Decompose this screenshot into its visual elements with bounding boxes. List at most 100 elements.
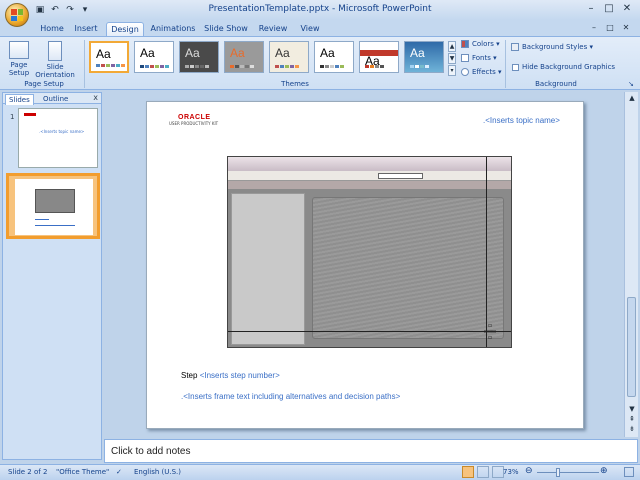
- colors-icon: [461, 40, 469, 48]
- theme-light[interactable]: Aa: [269, 41, 309, 73]
- tab-review[interactable]: Review: [258, 22, 288, 36]
- slide-thumbnail-2[interactable]: [6, 173, 100, 239]
- background-styles-button[interactable]: Background Styles ▾: [511, 43, 593, 51]
- tab-insert[interactable]: Insert: [72, 22, 100, 36]
- thumb-logo: [24, 113, 36, 116]
- theme-swatches: [275, 65, 299, 68]
- crop-handles-icon[interactable]: ▫ ▫▫▫ ▫: [480, 323, 500, 341]
- fonts-icon: [461, 54, 469, 62]
- fit-window-icon[interactable]: [624, 467, 634, 477]
- theme-blue[interactable]: Aa: [404, 41, 444, 73]
- theme-office[interactable]: Aa: [89, 41, 129, 73]
- vertical-scrollbar[interactable]: ▲ ▼ ⇞ ⇟: [624, 92, 638, 437]
- fonts-button[interactable]: Fonts ▾: [461, 54, 497, 62]
- office-button[interactable]: [5, 3, 29, 27]
- themes-scroller: ▲ ▼ ▾: [448, 41, 456, 76]
- orientation-icon: [48, 41, 62, 61]
- separator: [84, 40, 85, 88]
- theme-name: "Office Theme": [56, 468, 110, 476]
- background-launcher[interactable]: ↘: [628, 80, 634, 88]
- scroll-thumb[interactable]: [627, 297, 636, 397]
- theme-white[interactable]: Aa: [314, 41, 354, 73]
- doc-close-button[interactable]: ✕: [618, 21, 634, 35]
- tab-view[interactable]: View: [298, 22, 322, 36]
- tab-slide-show[interactable]: Slide Show: [204, 22, 248, 36]
- tab-slides[interactable]: Slides: [5, 94, 34, 105]
- group-themes: Themes: [281, 80, 309, 88]
- themes-more[interactable]: ▾: [448, 65, 456, 76]
- page-setup-button[interactable]: Page Setup: [6, 41, 32, 77]
- zoom-thumb[interactable]: [556, 468, 560, 477]
- theme-office-2[interactable]: Aa: [134, 41, 174, 73]
- theme-preview-text: Aa: [320, 46, 335, 60]
- maximize-button[interactable]: □: [600, 2, 618, 16]
- title-bar: ▣ ↶ ↷ ▾ PresentationTemplate.pptx - Micr…: [0, 0, 640, 20]
- doc-minimize-button[interactable]: –: [586, 21, 602, 35]
- next-slide-icon[interactable]: ⇟: [626, 425, 638, 433]
- topic-placeholder[interactable]: .<Inserts topic name>: [483, 116, 560, 125]
- shot-titlebar: [228, 157, 511, 171]
- page-setup-icon: [9, 41, 29, 59]
- office-logo-icon: [11, 9, 23, 21]
- shot-crosshair-v: [486, 157, 487, 347]
- thumb-text-line: [35, 219, 49, 220]
- theme-orange[interactable]: Aa: [359, 41, 399, 73]
- ribbon-window-controls: – □ ✕: [586, 21, 634, 35]
- close-pane-icon[interactable]: x: [93, 93, 98, 102]
- zoom-slider[interactable]: [537, 472, 599, 473]
- language[interactable]: English (U.S.): [134, 468, 181, 476]
- checkbox-icon: [512, 63, 519, 71]
- zoom-level[interactable]: 73%: [503, 468, 519, 476]
- slide-orientation-button[interactable]: Slide Orientation: [34, 41, 76, 79]
- view-normal-icon[interactable]: [462, 466, 474, 478]
- shot-left-frame: [231, 193, 305, 345]
- slide-orientation-label: Slide Orientation: [35, 63, 75, 79]
- colors-button[interactable]: Colors ▾: [461, 40, 500, 48]
- tab-home[interactable]: Home: [38, 22, 66, 36]
- tab-design[interactable]: Design: [106, 22, 144, 36]
- notes-pane[interactable]: Click to add notes: [104, 439, 638, 463]
- ribbon: Page Setup Slide Orientation Page Setup …: [0, 36, 640, 90]
- themes-scroll-up[interactable]: ▲: [448, 41, 456, 52]
- slide-thumbnail-1[interactable]: .<Inserts topic name>: [18, 108, 98, 168]
- hide-background-checkbox[interactable]: Hide Background Graphics: [512, 63, 615, 71]
- theme-dark[interactable]: Aa: [179, 41, 219, 73]
- shot-strip: [228, 181, 511, 189]
- tab-outline[interactable]: Outline: [43, 94, 68, 104]
- themes-scroll-down[interactable]: ▼: [448, 53, 456, 64]
- group-page-setup: Page Setup: [24, 80, 64, 88]
- screenshot-image[interactable]: ▫ ▫▫▫ ▫: [227, 156, 512, 348]
- effects-button[interactable]: Effects ▾: [461, 68, 502, 76]
- minimize-button[interactable]: –: [582, 2, 600, 16]
- zoom-in-button[interactable]: ⊕: [600, 466, 608, 476]
- oracle-logo-sub: USER PRODUCTIVITY KIT: [169, 121, 219, 126]
- ribbon-tabs: Home Insert Design Animations Slide Show…: [0, 20, 640, 36]
- effects-label: Effects ▾: [472, 68, 502, 76]
- theme-swatches: [320, 65, 344, 68]
- zoom-out-button[interactable]: ⊖: [525, 466, 533, 476]
- spellcheck-icon[interactable]: ✓: [116, 468, 122, 476]
- step-number-placeholder: <Inserts step number>: [199, 371, 280, 380]
- tab-animations[interactable]: Animations: [150, 22, 196, 36]
- scroll-up-icon[interactable]: ▲: [626, 94, 638, 102]
- view-sorter-icon[interactable]: [477, 466, 489, 478]
- theme-swatches: [96, 64, 125, 67]
- doc-restore-button[interactable]: □: [602, 21, 618, 35]
- window-title: PresentationTemplate.pptx - Microsoft Po…: [208, 4, 432, 14]
- prev-slide-icon[interactable]: ⇞: [626, 415, 638, 423]
- shot-addressbar: [378, 173, 423, 179]
- frame-text-placeholder[interactable]: .<Inserts frame text including alternati…: [181, 392, 400, 401]
- thumb-number: 1: [10, 113, 15, 121]
- thumb-topic: .<Inserts topic name>: [39, 129, 85, 134]
- background-styles-icon: [511, 43, 519, 51]
- oracle-logo: ORACLE USER PRODUCTIVITY KIT: [169, 114, 218, 126]
- slides-pane: Slides Outline x 1 .<Inserts topic name>…: [2, 92, 102, 460]
- scroll-down-icon[interactable]: ▼: [626, 405, 638, 413]
- thumb-text-line: [35, 225, 75, 226]
- oracle-logo-text: ORACLE: [178, 114, 211, 121]
- step-line[interactable]: Step <Inserts step number>: [181, 371, 280, 380]
- status-bar: Slide 2 of 2 "Office Theme" ✓ English (U…: [0, 464, 640, 480]
- close-button[interactable]: ✕: [618, 2, 636, 16]
- step-label: Step: [181, 371, 198, 380]
- theme-gray[interactable]: Aa: [224, 41, 264, 73]
